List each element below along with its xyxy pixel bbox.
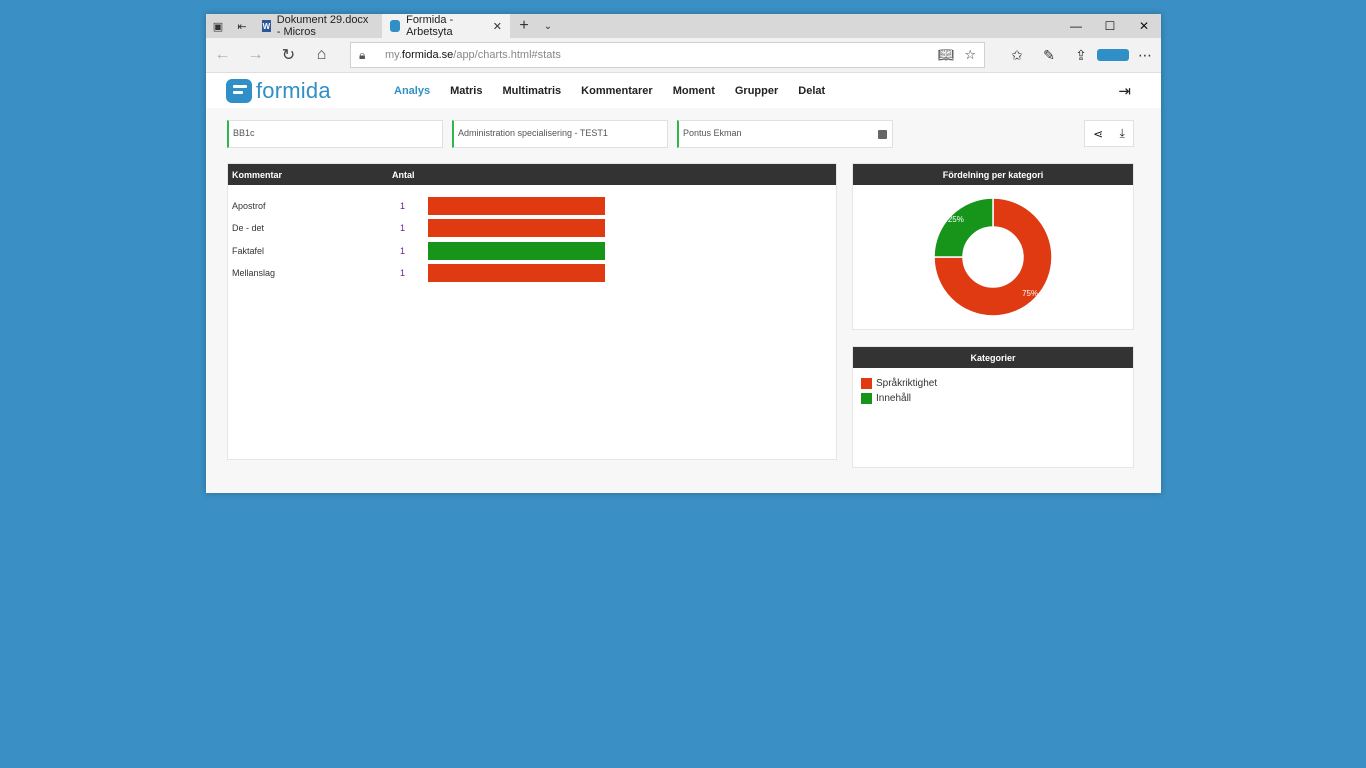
menu-matris[interactable]: Matris — [440, 73, 492, 109]
url-text[interactable]: my.formida.se/app/charts.html#stats — [385, 49, 561, 61]
tab-formida[interactable]: Formida - Arbetsyta ✕ — [382, 14, 510, 38]
chart-icon[interactable] — [878, 130, 887, 139]
legend-swatch — [861, 393, 872, 404]
tab-title: Dokument 29.docx - Micros — [276, 14, 369, 38]
row-label: De - det — [232, 223, 265, 233]
chevron-down-icon[interactable]: ⌄ — [538, 14, 558, 38]
menu-grupper[interactable]: Grupper — [725, 73, 788, 109]
legend: Språkriktighet Innehåll — [853, 368, 1133, 418]
column-kommentar: Kommentar — [232, 169, 283, 180]
formida-icon — [390, 20, 401, 32]
new-tab-icon[interactable]: + — [510, 14, 538, 38]
tab-word-document[interactable]: W Dokument 29.docx - Micros — [254, 14, 382, 38]
formida-extension-icon[interactable] — [1097, 49, 1129, 61]
home-icon[interactable]: ⌂ — [305, 46, 338, 64]
student-selector[interactable]: Pontus Ekman — [677, 120, 893, 148]
browser-window: ▣ ⇤ W Dokument 29.docx - Micros Formida … — [206, 14, 1161, 493]
close-tab-icon[interactable]: ✕ — [493, 20, 502, 33]
table-row: De - det 1 — [228, 218, 836, 238]
count-bar — [428, 242, 605, 260]
logo-text: formida — [256, 78, 331, 103]
selector-value: BB1c — [233, 128, 255, 138]
row-count: 1 — [400, 201, 406, 211]
logout-icon[interactable]: ⇥ — [1118, 82, 1131, 100]
menu-moment[interactable]: Moment — [663, 73, 725, 109]
menu-kommentarer[interactable]: Kommentarer — [571, 73, 663, 109]
favorites-icon[interactable]: ✩ — [1001, 47, 1033, 64]
row-count: 1 — [400, 223, 406, 233]
legend-title: Kategorier — [853, 347, 1133, 368]
menu-delat[interactable]: Delat — [788, 73, 835, 109]
legend-item-innehall[interactable]: Innehåll — [861, 393, 1125, 404]
tab-list-icon[interactable]: ▣ — [206, 14, 230, 38]
legend-label: Språkriktighet — [876, 378, 938, 389]
donut-slice-innehall[interactable] — [933, 197, 994, 258]
legend-label: Innehåll — [876, 393, 912, 404]
chart-title: Fördelning per kategori — [853, 164, 1133, 185]
address-toolbar: ← → ↻ ⌂ 🔒︎ my.formida.se/app/charts.html… — [206, 38, 1161, 73]
pen-icon[interactable]: ✎ — [1033, 47, 1065, 64]
count-bar — [428, 197, 605, 215]
menu-analys[interactable]: Analys — [384, 73, 441, 110]
count-bar — [428, 264, 605, 282]
action-buttons: ⋖ ⤓ — [1084, 120, 1134, 147]
refresh-icon[interactable]: ↻ — [272, 45, 305, 65]
distribution-panel: Fördelning per kategori 75% 25% — [852, 163, 1134, 330]
donut-chart: 75% 25% — [933, 197, 1053, 317]
formida-logo-icon — [226, 79, 252, 103]
maximize-icon[interactable]: ☐ — [1093, 14, 1127, 38]
analysis-content: BB1c Administration specialisering - TES… — [206, 108, 1161, 493]
selector-value: Administration specialisering - TEST1 — [458, 128, 608, 138]
table-row: Mellanslag 1 — [228, 263, 836, 283]
selector-value: Pontus Ekman — [683, 128, 742, 138]
download-icon[interactable]: ⤓ — [1120, 126, 1125, 141]
row-label: Mellanslag — [232, 268, 276, 278]
main-menu: Analys Matris Multimatris Kommentarer Mo… — [384, 73, 835, 110]
formida-logo[interactable]: formida — [206, 73, 376, 109]
set-aside-tabs-icon[interactable]: ⇤ — [230, 14, 254, 38]
comments-panel: Kommentar Antal Apostrof 1 De - det 1 Fa… — [227, 163, 837, 460]
share-icon[interactable]: ⋖ — [1093, 127, 1103, 141]
menu-multimatris[interactable]: Multimatris — [492, 73, 571, 109]
row-count: 1 — [400, 246, 406, 256]
reading-view-icon[interactable]: 📖︎ — [938, 47, 955, 63]
app-header: formida Analys Matris Multimatris Kommen… — [206, 73, 1161, 110]
legend-swatch — [861, 378, 872, 389]
row-count: 1 — [400, 268, 406, 278]
back-arrow-icon[interactable]: ← — [206, 46, 239, 64]
minimize-icon[interactable]: — — [1059, 14, 1093, 38]
course-selector[interactable]: Administration specialisering - TEST1 — [452, 120, 668, 148]
row-label: Apostrof — [232, 201, 266, 211]
count-bar — [428, 219, 605, 237]
categories-panel: Kategorier Språkriktighet Innehåll — [852, 346, 1134, 468]
comments-table-header: Kommentar Antal — [228, 164, 836, 185]
close-window-icon[interactable]: ✕ — [1127, 14, 1161, 38]
row-label: Faktafel — [232, 246, 265, 256]
word-icon: W — [262, 20, 271, 32]
table-row: Apostrof 1 — [228, 196, 836, 216]
tab-title: Formida - Arbetsyta — [406, 14, 454, 38]
more-icon[interactable]: ⋯ — [1129, 47, 1161, 64]
table-row: Faktafel 1 — [228, 241, 836, 261]
favorite-star-icon[interactable]: ☆ — [964, 47, 976, 63]
class-selector[interactable]: BB1c — [227, 120, 443, 148]
tab-bar: ▣ ⇤ W Dokument 29.docx - Micros Formida … — [206, 14, 1161, 38]
forward-arrow-icon[interactable]: → — [239, 46, 272, 64]
legend-item-sprakriktighet[interactable]: Språkriktighet — [861, 378, 1125, 389]
share-icon[interactable]: ⇪ — [1065, 47, 1097, 64]
donut-label: 25% — [948, 215, 964, 224]
address-bar[interactable]: 🔒︎ my.formida.se/app/charts.html#stats 📖… — [350, 42, 985, 68]
donut-label: 75% — [1022, 289, 1038, 298]
column-antal: Antal — [392, 169, 415, 180]
lock-icon: 🔒︎ — [359, 47, 366, 62]
